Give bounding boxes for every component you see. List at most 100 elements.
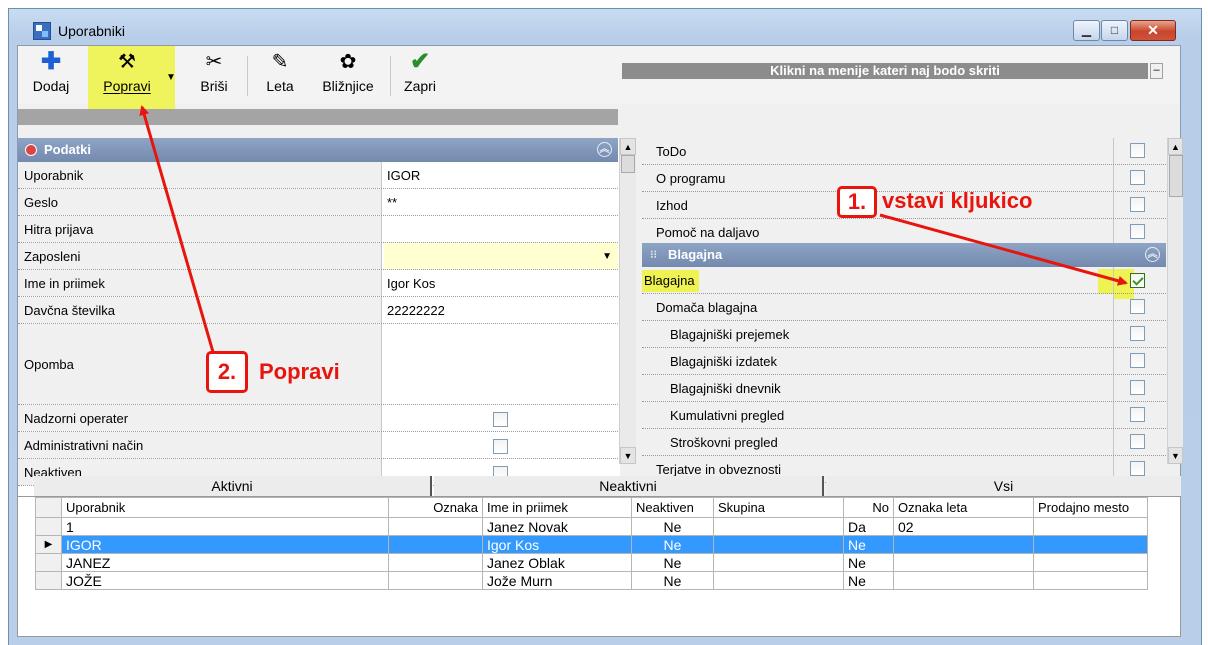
menu-item-todo[interactable]: ToDo	[642, 138, 1166, 165]
menu-item-checkbox[interactable]	[1130, 143, 1145, 158]
edit-dropdown-caret-icon[interactable]: ▼	[166, 72, 176, 83]
filter-tabs: Aktivni Neaktivni Vsi	[17, 476, 1181, 496]
table-row[interactable]: JANEZ Janez Oblak Ne Ne	[35, 553, 1148, 572]
menu-item-stroskovni-pregled[interactable]: Stroškovni pregled	[642, 429, 1166, 456]
cell-oznaka	[388, 535, 483, 554]
prop-value[interactable]: **	[384, 189, 618, 215]
column-header[interactable]: Oznaka leta	[893, 497, 1034, 518]
prop-value[interactable]	[384, 405, 618, 431]
scroll-up-icon[interactable]: ▲	[1168, 138, 1183, 155]
menu-item-kumulativni-pregled[interactable]: Kumulativni pregled	[642, 402, 1166, 429]
title-bar[interactable]: Uporabniki ▁ □ ✕	[9, 9, 1201, 49]
column-header[interactable]: Neaktiven	[631, 497, 714, 518]
menu-item-blagajniski-izdatek[interactable]: Blagajniški izdatek	[642, 348, 1166, 375]
menu-item-domaca-blagajna[interactable]: Domača blagajna	[642, 294, 1166, 321]
tab-aktivni[interactable]: Aktivni	[34, 476, 432, 496]
checkbox[interactable]	[493, 439, 508, 455]
column-header[interactable]: Oznaka	[388, 497, 483, 518]
scroll-up-icon[interactable]: ▲	[620, 138, 636, 155]
menu-item-checkbox[interactable]	[1130, 407, 1145, 422]
table-row-selected[interactable]: ▶ IGOR Igor Kos Ne Ne	[35, 535, 1148, 554]
prop-row-hitra-prijava[interactable]: Hitra prijava	[18, 216, 618, 243]
annotation-step2-text: Popravi	[259, 359, 340, 384]
cell-neaktiven: Ne	[631, 517, 714, 536]
prop-label: Ime in priimek	[18, 270, 382, 296]
tab-neaktivni[interactable]: Neaktivni	[434, 476, 824, 496]
maximize-button[interactable]: □	[1101, 20, 1128, 41]
column-header[interactable]: Ime in priimek	[482, 497, 632, 518]
edit-button[interactable]: ⚒ Popravi	[94, 50, 160, 100]
cell-oznaka	[388, 571, 483, 590]
prop-value[interactable]: 22222222	[384, 297, 618, 323]
users-table-area: Uporabnik Oznaka Ime in priimek Neaktive…	[17, 496, 1181, 637]
menu-item-pomoc-na-daljavo[interactable]: Pomoč na daljavo	[642, 219, 1166, 246]
prop-value-dropdown[interactable]: ▼	[384, 243, 618, 269]
prop-row-geslo[interactable]: Geslo **	[18, 189, 618, 216]
checkbox[interactable]	[493, 412, 508, 428]
prop-row-ime-in-priimek[interactable]: Ime in priimek Igor Kos	[18, 270, 618, 297]
scroll-thumb[interactable]	[621, 155, 635, 173]
minimize-button[interactable]: ▁	[1073, 20, 1100, 41]
column-header[interactable]: Prodajno mesto	[1033, 497, 1148, 518]
right-panel-collapse-button[interactable]: –	[1150, 63, 1163, 79]
menu-item-label: O programu	[642, 165, 1114, 191]
prop-value[interactable]	[384, 432, 618, 458]
prop-row-uporabnik[interactable]: Uporabnik IGOR	[18, 162, 618, 189]
category-podatki[interactable]: Podatki ︽	[18, 138, 618, 162]
collapse-icon[interactable]: ︽	[597, 142, 612, 157]
column-header[interactable]: No	[843, 497, 894, 518]
close-label: Zapri	[404, 78, 436, 94]
delete-button[interactable]: ✂ Briši	[194, 50, 234, 100]
annotation-step1-number: 1.	[837, 186, 877, 218]
column-header[interactable]: Uporabnik	[61, 497, 389, 518]
prop-row-davcna-stevilka[interactable]: Davčna številka 22222222	[18, 297, 618, 324]
collapse-icon[interactable]: ︽	[1145, 247, 1160, 262]
row-indicator	[35, 553, 62, 572]
category-blagajna[interactable]: ⁝⁝ Blagajna ︽	[642, 243, 1166, 267]
cell-uporabnik: 1	[61, 517, 389, 536]
prop-value[interactable]	[384, 324, 618, 404]
menu-item-checkbox[interactable]	[1130, 434, 1145, 449]
shortcuts-label: Bližnjice	[322, 78, 374, 94]
table-row[interactable]: JOŽE Jože Murn Ne Ne	[35, 571, 1148, 590]
menu-item-checkbox[interactable]	[1130, 224, 1145, 239]
menu-item-blagajniski-prejemek[interactable]: Blagajniški prejemek	[642, 321, 1166, 348]
menu-item-checkbox[interactable]	[1130, 170, 1145, 185]
prop-value[interactable]	[384, 216, 618, 242]
menu-item-checkbox[interactable]	[1130, 461, 1145, 476]
years-button[interactable]: ✎ Leta	[258, 50, 302, 100]
table-row[interactable]: 1 Janez Novak Ne Da 02	[35, 517, 1148, 536]
cell-neaktiven: Ne	[631, 571, 714, 590]
menu-item-label: ToDo	[642, 138, 1114, 164]
menu-item-checkbox[interactable]	[1130, 326, 1145, 341]
close-window-button[interactable]: ✕	[1130, 20, 1176, 41]
shortcuts-icon: ✿	[339, 51, 357, 73]
menu-item-blagajniski-dnevnik[interactable]: Blagajniški dnevnik	[642, 375, 1166, 402]
prop-value[interactable]: IGOR	[384, 162, 618, 188]
toolbar-separator	[390, 56, 391, 96]
prop-row-zaposleni[interactable]: Zaposleni ▼	[18, 243, 618, 270]
tab-vsi[interactable]: Vsi	[826, 476, 1181, 496]
menu-item-checkbox[interactable]	[1130, 299, 1145, 314]
scroll-down-icon[interactable]: ▼	[620, 447, 636, 464]
scroll-thumb[interactable]	[1169, 155, 1183, 197]
cell-no: Ne	[843, 571, 894, 590]
prop-row-administrativni-nacin[interactable]: Administrativni način	[18, 432, 618, 459]
scroll-down-icon[interactable]: ▼	[1168, 447, 1183, 464]
cell-uporabnik: JOŽE	[61, 571, 389, 590]
shortcuts-button[interactable]: ✿ Bližnjice	[312, 50, 384, 100]
menu-item-checkbox[interactable]	[1130, 353, 1145, 368]
menu-item-checkbox[interactable]	[1130, 197, 1145, 212]
menu-item-checkbox[interactable]	[1130, 380, 1145, 395]
close-button[interactable]: ✔ Zapri	[398, 50, 442, 100]
prop-row-nadzorni-operater[interactable]: Nadzorni operater	[18, 405, 618, 432]
dropdown-arrow-icon[interactable]: ▼	[602, 243, 612, 270]
add-button[interactable]: ✚ Dodaj	[26, 50, 76, 100]
right-scrollbar[interactable]: ▲ ▼	[1167, 138, 1183, 464]
left-scrollbar[interactable]: ▲ ▼	[619, 138, 636, 464]
menu-item-checkbox-checked[interactable]	[1130, 273, 1145, 289]
prop-label: Administrativni način	[18, 432, 382, 458]
menu-item-blagajna[interactable]: Blagajna	[642, 267, 1166, 294]
prop-value[interactable]: Igor Kos	[384, 270, 618, 296]
column-header[interactable]: Skupina	[713, 497, 844, 518]
